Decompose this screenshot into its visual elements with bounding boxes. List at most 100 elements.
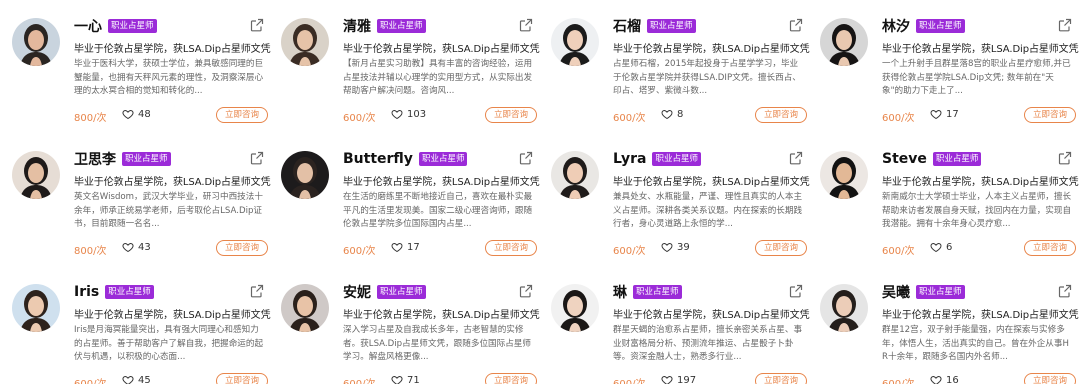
heart-icon <box>391 109 403 120</box>
bio-description: 兼具处女、水瓶能量，严谨、理性且真实的人本主义占星师。深耕各类关系议题。内在探索… <box>613 192 803 229</box>
astrologer-name[interactable]: Lyra <box>613 151 646 167</box>
astrologer-name[interactable]: Butterfly <box>343 151 413 167</box>
heart-icon <box>122 242 134 253</box>
avatar[interactable] <box>281 284 329 332</box>
title-badge: 职业占星师 <box>932 152 982 166</box>
avatar[interactable] <box>820 18 868 66</box>
bio-description: Iris是月海冥能量突出，具有强大同理心和感知力的占星师。善于帮助客户了解自我，… <box>74 325 264 362</box>
astrologer-card[interactable]: 安妮 职业占星师 毕业于伦敦占星学院，获LSA.Dip占星师文凭 深入学习占星及… <box>279 278 541 384</box>
astrologer-card[interactable]: 清雅 职业占星师 毕业于伦敦占星学院，获LSA.Dip占星师文凭 【新月占星实习… <box>279 12 541 132</box>
avatar[interactable] <box>281 18 329 66</box>
price-per-session: 600/次 <box>343 113 376 124</box>
consult-button[interactable]: 立即咨询 <box>1024 240 1076 256</box>
consult-button[interactable]: 立即咨询 <box>755 373 807 384</box>
name-row: 卫思李 职业占星师 <box>74 149 171 169</box>
astrologer-name[interactable]: 安妮 <box>343 282 371 302</box>
astrologer-name[interactable]: 一心 <box>74 16 102 36</box>
credential-headline: 毕业于伦敦占星学院，获LSA.Dip占星师文凭 <box>74 44 271 55</box>
share-icon[interactable] <box>789 283 803 298</box>
avatar[interactable] <box>551 284 599 332</box>
price-per-session: 600/次 <box>74 375 106 384</box>
share-icon[interactable] <box>250 17 264 32</box>
astrologer-name[interactable]: 林汐 <box>882 16 910 36</box>
bio-description: 一个上升射手且群星落8宫的职业占星疗愈师,并已获得伦敦占星学院LSA.Dip文凭… <box>882 59 1071 96</box>
avatar[interactable] <box>281 151 329 199</box>
consult-button[interactable]: 立即咨询 <box>755 240 807 256</box>
consult-button[interactable]: 立即咨询 <box>485 240 537 256</box>
avatar[interactable] <box>12 18 60 66</box>
like-button[interactable]: 6 <box>930 241 952 253</box>
name-row: Lyra 职业占星师 <box>613 149 701 169</box>
name-row: 吴曦 职业占星师 <box>882 282 965 302</box>
astrologer-card[interactable]: 吴曦 职业占星师 毕业于伦敦占星学院，获LSA.Dip占星师文凭 群星12宫，双… <box>818 278 1080 384</box>
astrologer-name[interactable]: Iris <box>74 284 99 300</box>
like-count: 16 <box>946 374 959 384</box>
heart-icon <box>930 109 942 120</box>
like-count: 43 <box>138 241 151 253</box>
astrologer-name[interactable]: 琳 <box>613 282 627 302</box>
consult-button[interactable]: 立即咨询 <box>216 373 268 384</box>
astrologer-card[interactable]: 林汐 职业占星师 毕业于伦敦占星学院，获LSA.Dip占星师文凭 一个上升射手且… <box>818 12 1080 132</box>
astrologer-card[interactable]: Iris 职业占星师 毕业于伦敦占星学院，获LSA.Dip占星师文凭 Iris是… <box>10 278 272 384</box>
share-icon[interactable] <box>1058 150 1072 165</box>
consult-button[interactable]: 立即咨询 <box>485 107 537 123</box>
like-button[interactable]: 39 <box>661 241 690 253</box>
share-icon[interactable] <box>250 283 264 298</box>
share-icon[interactable] <box>1058 283 1072 298</box>
avatar[interactable] <box>820 284 868 332</box>
astrologer-card[interactable]: Steve 职业占星师 毕业于伦敦占星学院，获LSA.Dip占星师文凭 新南威尔… <box>818 145 1080 265</box>
astrologer-name[interactable]: 卫思李 <box>74 149 116 169</box>
astrologer-card[interactable]: Butterfly 职业占星师 毕业于伦敦占星学院，获LSA.Dip占星师文凭 … <box>279 145 541 265</box>
avatar[interactable] <box>12 284 60 332</box>
astrologer-name[interactable]: 吴曦 <box>882 282 910 302</box>
like-button[interactable]: 17 <box>391 241 420 253</box>
like-button[interactable]: 45 <box>122 374 151 384</box>
price-per-session: 600/次 <box>343 375 375 384</box>
like-button[interactable]: 43 <box>122 241 151 253</box>
bio-description: 群星12宫，双子射手能量强，内在探索与实修多年，体悟人生，活出真实的自己。曾在外… <box>882 325 1069 362</box>
share-icon[interactable] <box>519 150 533 165</box>
avatar[interactable] <box>12 151 60 199</box>
name-row: Iris 职业占星师 <box>74 282 154 302</box>
astrologer-card[interactable]: Lyra 职业占星师 毕业于伦敦占星学院，获LSA.Dip占星师文凭 兼具处女、… <box>549 145 811 265</box>
share-icon[interactable] <box>250 150 264 165</box>
consult-button[interactable]: 立即咨询 <box>216 107 268 123</box>
astrologer-card[interactable]: 一心 职业占星师 毕业于伦敦占星学院，获LSA.Dip占星师文凭 毕业于医科大学… <box>10 12 272 132</box>
share-icon[interactable] <box>519 17 533 32</box>
credential-headline: 毕业于伦敦占星学院，获LSA.Dip占星师文凭 <box>343 310 540 321</box>
title-badge: 职业占星师 <box>418 152 468 166</box>
like-button[interactable]: 17 <box>930 108 959 120</box>
like-button[interactable]: 8 <box>661 108 683 120</box>
like-button[interactable]: 197 <box>661 374 696 384</box>
consult-button[interactable]: 立即咨询 <box>755 107 807 123</box>
astrologer-card[interactable]: 琳 职业占星师 毕业于伦敦占星学院，获LSA.Dip占星师文凭 群星天蝎的治愈系… <box>549 278 811 384</box>
share-icon[interactable] <box>1058 17 1072 32</box>
heart-icon <box>122 109 134 120</box>
consult-button[interactable]: 立即咨询 <box>216 240 268 256</box>
astrologer-name[interactable]: 清雅 <box>343 16 371 36</box>
consult-button[interactable]: 立即咨询 <box>1024 373 1076 384</box>
credential-headline: 毕业于伦敦占星学院，获LSA.Dip占星师文凭 <box>74 310 271 321</box>
astrologer-card[interactable]: 卫思李 职业占星师 毕业于伦敦占星学院，获LSA.Dip占星师文凭 英文名Wis… <box>10 145 272 265</box>
avatar[interactable] <box>551 151 599 199</box>
share-icon[interactable] <box>789 17 803 32</box>
consult-button[interactable]: 立即咨询 <box>485 373 537 384</box>
astrologer-name[interactable]: Steve <box>882 151 927 167</box>
consult-button[interactable]: 立即咨询 <box>1024 107 1076 123</box>
astrologer-card[interactable]: 石榴 职业占星师 毕业于伦敦占星学院，获LSA.Dip占星师文凭 占星师石榴，2… <box>549 12 811 132</box>
share-icon[interactable] <box>789 150 803 165</box>
like-button[interactable]: 103 <box>391 108 426 120</box>
like-button[interactable]: 48 <box>122 108 151 120</box>
heart-icon <box>122 375 134 384</box>
avatar[interactable] <box>820 151 868 199</box>
heart-icon <box>930 242 942 253</box>
credential-headline: 毕业于伦敦占星学院，获LSA.Dip占星师文凭 <box>74 177 271 188</box>
share-icon[interactable] <box>519 283 533 298</box>
title-badge: 职业占星师 <box>647 19 696 33</box>
like-button[interactable]: 71 <box>391 374 420 384</box>
name-row: 一心 职业占星师 <box>74 16 157 36</box>
avatar[interactable] <box>551 18 599 66</box>
like-button[interactable]: 16 <box>930 374 959 384</box>
astrologer-name[interactable]: 石榴 <box>613 16 641 36</box>
price-per-session: 800/次 <box>74 246 107 257</box>
